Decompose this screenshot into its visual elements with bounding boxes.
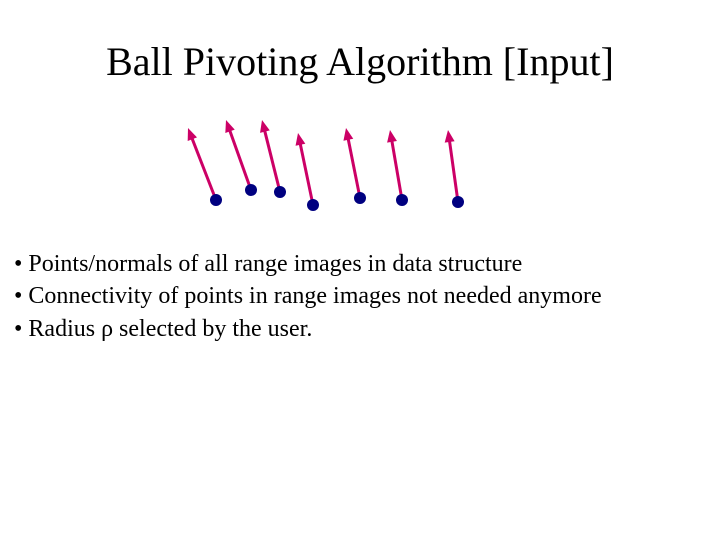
normal-arrow-line (191, 135, 216, 200)
sample-point (396, 194, 408, 206)
sample-point (274, 186, 286, 198)
normal-arrow-head (260, 120, 270, 133)
normal-arrow-line (391, 138, 402, 200)
normal-arrow-line (300, 141, 313, 205)
normal-arrow-head (225, 120, 234, 133)
normal-arrow-head (343, 128, 353, 141)
sample-point (210, 194, 222, 206)
bullet-list: Points/normals of all range images in da… (14, 248, 714, 345)
sample-point (307, 199, 319, 211)
normal-arrow-line (229, 128, 251, 190)
sample-point (245, 184, 257, 196)
normal-arrow-line (264, 128, 280, 192)
normal-arrow-head (387, 130, 397, 143)
bullet-item: Connectivity of points in range images n… (14, 280, 714, 312)
normal-arrow-line (348, 136, 360, 198)
slide: Ball Pivoting Algorithm [Input] Points/n… (0, 0, 720, 540)
sample-point (452, 196, 464, 208)
slide-title: Ball Pivoting Algorithm [Input] (0, 38, 720, 85)
points-normals-diagram (160, 100, 500, 220)
sample-point (354, 192, 366, 204)
bullet-item: Points/normals of all range images in da… (14, 248, 714, 280)
normal-arrow-line (449, 138, 458, 202)
diagram-svg (160, 100, 500, 220)
bullet-ul: Points/normals of all range images in da… (14, 248, 714, 345)
normal-arrow-head (445, 130, 455, 143)
normal-arrow-head (188, 128, 197, 141)
normal-arrow-head (296, 133, 306, 146)
bullet-item: Radius ρ selected by the user. (14, 313, 714, 345)
